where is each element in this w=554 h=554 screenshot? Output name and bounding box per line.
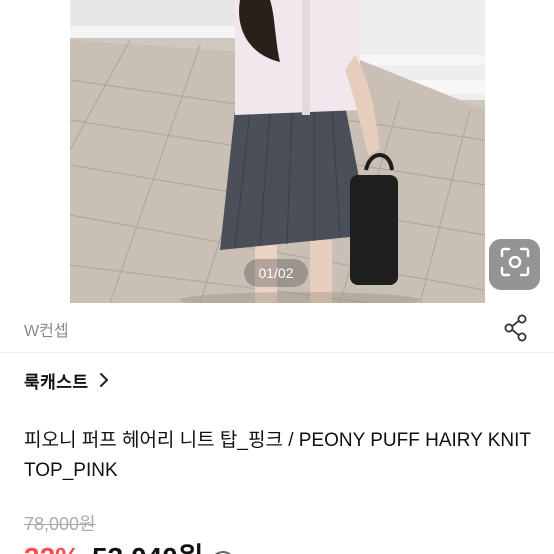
seller-row: W컨셉 [0,303,554,353]
original-price: 78,000원 [24,514,96,534]
price-row: 32% 53,040원 ? [24,536,236,554]
product-title: 피오니 퍼프 헤어리 니트 탑_핑크 / PEONY PUFF HAIRY KN… [24,430,531,481]
chevron-right-icon [99,372,109,388]
image-page-indicator: 01/02 [244,259,308,287]
sale-price: 53,040원 [92,536,203,554]
seller-name[interactable]: W컨셉 [24,317,69,341]
product-photo[interactable] [70,0,485,303]
discount-rate: 32% [24,542,80,554]
image-search-button[interactable] [489,239,540,290]
image-search-icon [500,247,530,282]
share-icon[interactable] [503,314,529,342]
brand-link[interactable]: 룩캐스트 [24,367,109,393]
product-image-gallery[interactable]: 01/02 [0,0,554,303]
brand-name: 룩캐스트 [24,372,89,392]
